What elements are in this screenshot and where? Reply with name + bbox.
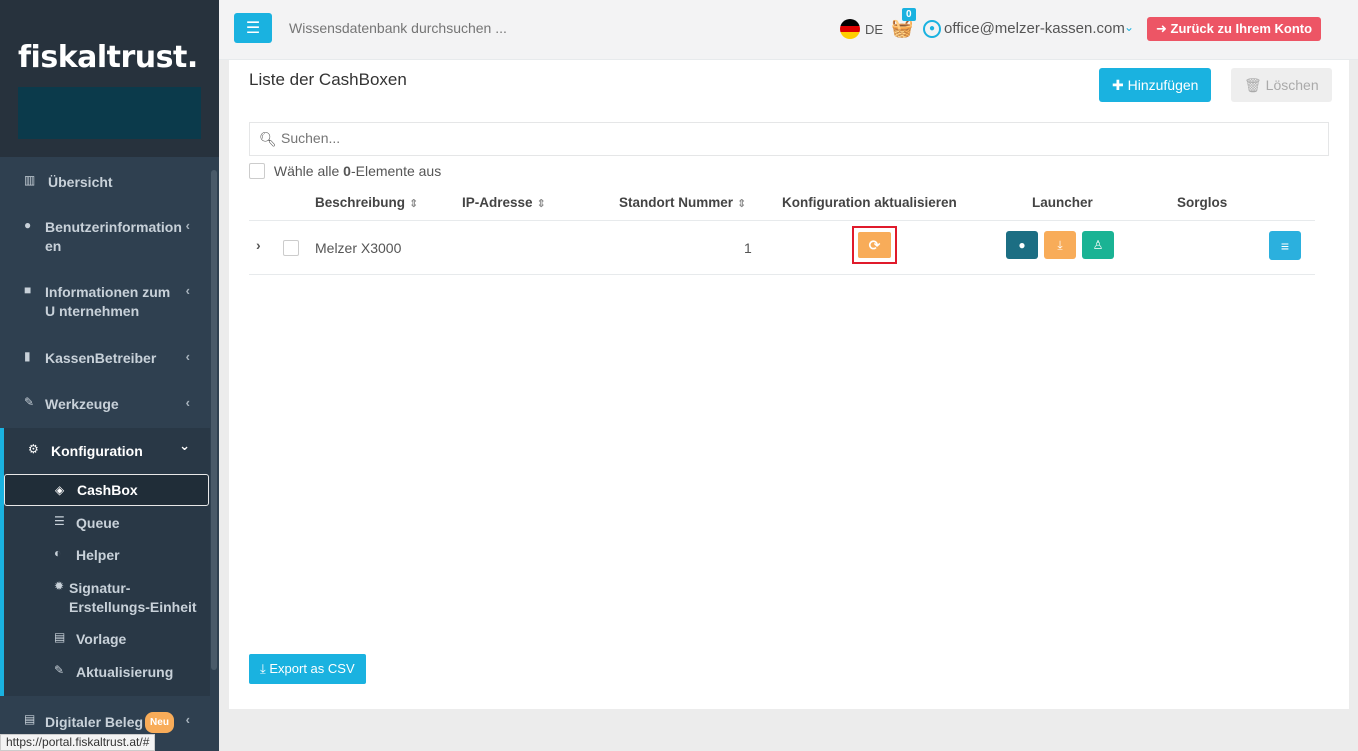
sidebar-item-label: Übersicht: [48, 174, 113, 190]
download-icon: ⤓: [260, 661, 270, 676]
building-icon: ▮: [24, 349, 31, 363]
download-icon: ⤓: [1057, 237, 1063, 252]
sidebar-item-label: Queue: [76, 515, 120, 531]
new-badge: Neu: [145, 712, 174, 733]
bar-chart-icon: ▥: [24, 173, 36, 187]
sidebar-item-label: Helper: [76, 547, 120, 563]
chevron-left-icon: ‹: [185, 218, 190, 233]
select-all[interactable]: Wähle alle 0-Elemente aus: [249, 163, 441, 179]
chevron-right-icon[interactable]: ›: [256, 237, 261, 253]
sidebar-scrollbar[interactable]: [211, 170, 217, 670]
back-to-account-button[interactable]: ➜ Zurück zu Ihrem Konto: [1147, 17, 1322, 41]
launcher-linux-button[interactable]: ♙: [1082, 231, 1114, 259]
chevron-down-icon: ⌄: [179, 438, 190, 453]
column-header-launcher: Launcher: [1032, 195, 1093, 210]
chevron-left-icon: ‹: [185, 349, 190, 364]
header-divider: [249, 220, 1315, 221]
add-button[interactable]: ✚ Hinzufügen: [1099, 68, 1212, 102]
user-icon: ●: [923, 20, 941, 38]
content-panel: Liste der CashBoxen ✚ Hinzufügen 🗑 Lösch…: [229, 60, 1349, 709]
hamburger-icon: ☰: [245, 20, 261, 37]
cogs-icon: ⚙: [28, 442, 39, 456]
language-label[interactable]: DE: [865, 22, 883, 37]
sort-icon: ⇕: [737, 198, 747, 210]
file-icon: ▤: [54, 630, 66, 644]
basket-icon[interactable]: 🧺: [891, 18, 913, 39]
cell-beschreibung: Melzer X3000: [315, 240, 402, 256]
sort-icon: ⇕: [409, 198, 419, 210]
cart-count-badge: 0: [902, 8, 916, 21]
sidebar-item-label: Werkzeuge: [45, 396, 119, 412]
sidebar-item-label: Konfiguration: [51, 443, 143, 459]
chevron-down-icon[interactable]: ⌄: [1124, 20, 1134, 34]
update-configuration-button[interactable]: ⟳: [858, 232, 891, 258]
search-icon: 🔍︎: [259, 131, 277, 147]
delete-button[interactable]: 🗑 Löschen: [1231, 68, 1332, 102]
wrench-icon: ✎: [54, 663, 65, 677]
refresh-icon: ⟳: [868, 236, 881, 253]
row-divider: [249, 274, 1315, 275]
chevron-left-icon: ‹: [185, 395, 190, 410]
sort-icon: ⇕: [536, 198, 546, 210]
wrench-icon: ✎: [24, 395, 35, 409]
sidebar-item-label: Digitaler Beleg Neu: [45, 712, 183, 733]
menu-toggle-button[interactable]: ☰: [234, 13, 272, 43]
briefcase-icon: ■: [24, 283, 32, 297]
search-box: 🔍︎: [249, 122, 1329, 156]
sidebar-sub-item-cashbox[interactable]: ◈ CashBox: [4, 474, 209, 506]
status-bar-url: https://portal.fiskaltrust.at/#: [0, 734, 156, 751]
column-header-konfiguration: Konfiguration aktualisieren: [782, 195, 957, 210]
launcher-windows-button[interactable]: ●: [1006, 231, 1038, 259]
column-header-ip-adresse[interactable]: IP-Adresse ⇕: [462, 195, 546, 210]
user-email[interactable]: office@melzer-kassen.com: [944, 20, 1125, 37]
select-all-checkbox[interactable]: [249, 163, 265, 179]
search-input[interactable]: [281, 130, 1181, 146]
column-header-beschreibung[interactable]: Beschreibung ⇕: [315, 195, 418, 210]
launcher-download-button[interactable]: ⤓: [1044, 231, 1076, 259]
sidebar-item-label: KassenBetreiber: [45, 350, 157, 366]
sidebar: fiskaltrust. ▥ Übersicht ● Benutzerinfor…: [0, 0, 219, 751]
certificate-icon: ✹: [54, 579, 65, 593]
adjust-icon: ◐: [54, 546, 62, 560]
logo-banner: [18, 87, 201, 139]
database-icon: ☰: [54, 514, 65, 528]
globe-icon: ●: [1018, 238, 1026, 252]
sidebar-item-label: Signatur-Erstellungs-Einheit: [69, 580, 197, 615]
export-csv-button[interactable]: ⤓ Export as CSV: [249, 654, 366, 684]
german-flag-icon[interactable]: [840, 19, 860, 39]
top-navbar: ☰ DE 🧺 0 ● office@melzer-kassen.com ⌄ ➜ …: [219, 0, 1358, 60]
sidebar-item-label: Benutzerinformation en: [45, 219, 182, 254]
page-title: Liste der CashBoxen: [249, 70, 407, 89]
list-icon: ≡: [1280, 237, 1290, 254]
file-text-icon: ▤: [24, 712, 36, 726]
sidebar-item-label: Aktualisierung: [76, 664, 174, 680]
chevron-left-icon: ‹: [185, 712, 190, 727]
plus-icon: ✚: [1112, 77, 1128, 93]
row-menu-button[interactable]: ≡: [1269, 231, 1301, 260]
linux-icon: ♙: [1092, 238, 1104, 252]
logo[interactable]: fiskaltrust.: [18, 40, 201, 75]
knowledge-search-input[interactable]: [289, 20, 589, 36]
logo-area: fiskaltrust.: [0, 0, 219, 157]
sidebar-item-label: CashBox: [77, 482, 138, 498]
cell-standort-nummer: 1: [744, 240, 752, 256]
chevron-left-icon: ‹: [185, 283, 190, 298]
sidebar-item-label: Informationen zum U nternehmen: [45, 284, 171, 319]
sidebar-item-label: Vorlage: [76, 631, 127, 647]
column-header-sorglos: Sorglos: [1177, 195, 1228, 210]
trash-icon: 🗑: [1244, 77, 1266, 93]
row-checkbox[interactable]: [283, 240, 299, 256]
cube-icon: ◈: [55, 483, 65, 497]
column-header-standort-nummer[interactable]: Standort Nummer ⇕: [619, 195, 746, 210]
user-circle-icon: ●: [24, 218, 32, 232]
select-all-label: Wähle alle 0-Elemente aus: [273, 163, 442, 179]
arrow-left-icon: ➜: [1156, 21, 1171, 36]
